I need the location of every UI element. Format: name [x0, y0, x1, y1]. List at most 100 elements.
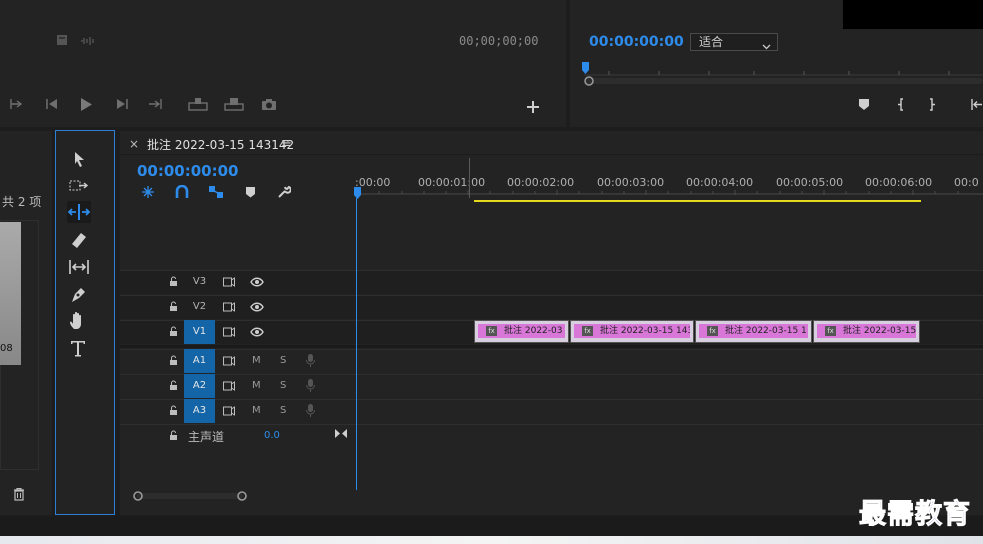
ripple-edit-tool-icon[interactable] — [67, 201, 91, 223]
playhead-line — [356, 198, 357, 490]
solo-button[interactable]: S — [280, 355, 286, 366]
program-zoom-scrollbar[interactable] — [584, 76, 983, 86]
lock-icon[interactable] — [169, 326, 178, 340]
eye-icon[interactable] — [250, 327, 264, 340]
track-target-a1[interactable]: A1 — [184, 349, 215, 373]
mark-in-icon[interactable] — [9, 98, 25, 110]
sync-lock-icon[interactable] — [223, 327, 235, 340]
insert-icon[interactable] — [188, 98, 208, 111]
program-ruler[interactable] — [584, 62, 983, 76]
fx-badge: fx — [486, 326, 497, 336]
chevron-down-icon — [762, 38, 771, 54]
sequence-tab[interactable]: 批注 2022-03-15 143142 — [147, 136, 294, 153]
sync-lock-icon[interactable] — [223, 302, 235, 315]
solo-button[interactable]: S — [280, 380, 286, 391]
ruler-label: 00:00:03:00 — [597, 176, 665, 189]
audio-track-a1-row — [120, 349, 983, 373]
lock-icon[interactable] — [169, 355, 178, 369]
clip-name: 批注 2022-03 — [504, 326, 563, 336]
video-clip[interactable]: fx 批注 2022-03-15 1 — [695, 320, 812, 343]
settings-icon[interactable] — [56, 34, 68, 46]
microphone-icon[interactable] — [306, 404, 315, 420]
wrench-icon[interactable] — [277, 185, 292, 202]
mute-button[interactable]: M — [252, 405, 261, 416]
marker-icon[interactable] — [859, 99, 869, 110]
type-tool-icon[interactable] — [67, 337, 91, 359]
timeline-timecode[interactable]: 00:00:00:00 — [137, 162, 239, 180]
add-marker-icon[interactable] — [246, 187, 256, 201]
export-frame-icon[interactable] — [261, 98, 277, 111]
mark-in-icon[interactable] — [897, 98, 905, 111]
snap-icon[interactable] — [175, 184, 189, 202]
close-sequence-icon[interactable]: × — [129, 137, 139, 151]
lock-icon[interactable] — [169, 405, 178, 419]
program-video-frame — [843, 0, 983, 29]
slip-tool-icon[interactable] — [67, 256, 91, 278]
desktop-edge — [0, 536, 983, 544]
lock-icon[interactable] — [169, 301, 178, 315]
microphone-icon[interactable] — [306, 354, 315, 370]
lock-icon[interactable] — [169, 276, 178, 290]
pen-tool-icon[interactable] — [67, 284, 91, 306]
track-target-v3[interactable]: V3 — [184, 270, 215, 294]
clip-name: 批注 2022-03-15 1 — [725, 326, 807, 336]
fx-badge: fx — [582, 326, 593, 336]
video-clip[interactable]: fx 批注 2022-03 — [474, 320, 569, 343]
mark-out-icon[interactable] — [928, 98, 936, 111]
panel-menu-icon[interactable]: ≡ — [281, 136, 292, 151]
work-area-marker — [469, 158, 470, 198]
mark-out-icon[interactable] — [147, 98, 163, 110]
track-target-a2[interactable]: A2 — [184, 374, 215, 398]
sync-lock-icon[interactable] — [223, 406, 235, 419]
go-to-in-icon[interactable] — [970, 98, 983, 111]
track-select-tool-icon[interactable] — [67, 175, 91, 197]
master-volume-value[interactable]: 0.0 — [264, 430, 280, 441]
ruler-label: 00:00:02:00 — [507, 176, 575, 189]
clip-name: 批注 2022-03-15 — [843, 326, 916, 336]
overwrite-icon[interactable] — [224, 98, 244, 111]
audio-waveform-icon[interactable] — [80, 36, 96, 46]
master-track-row — [120, 424, 983, 448]
eye-icon[interactable] — [250, 277, 264, 290]
video-clip[interactable]: fx 批注 2022-03-15 — [813, 320, 920, 343]
solo-button[interactable]: S — [280, 405, 286, 416]
sync-lock-icon[interactable] — [223, 381, 235, 394]
razor-tool-icon[interactable] — [67, 229, 91, 251]
zoom-fit-select[interactable]: 适合 — [690, 33, 778, 51]
ruler-label: 00:0 — [954, 176, 979, 189]
audio-track-a2-row — [120, 374, 983, 398]
status-bar — [0, 517, 983, 536]
tab-underline — [120, 154, 983, 155]
add-icon[interactable] — [527, 101, 539, 113]
mute-button[interactable]: M — [252, 380, 261, 391]
hand-tool-icon[interactable] — [67, 310, 91, 332]
watermark-logo: 最需教育 — [859, 499, 971, 531]
eye-icon[interactable] — [250, 302, 264, 315]
lock-icon[interactable] — [169, 430, 178, 444]
fx-badge: fx — [707, 326, 718, 336]
play-icon[interactable] — [80, 98, 93, 111]
nest-toggle-icon[interactable] — [141, 185, 155, 202]
selection-tool-icon[interactable] — [67, 149, 91, 171]
microphone-icon[interactable] — [306, 379, 315, 395]
sync-lock-icon[interactable] — [223, 356, 235, 369]
track-target-a3[interactable]: A3 — [184, 399, 215, 423]
zoom-fit-label: 适合 — [699, 35, 724, 49]
fx-badge: fx — [825, 326, 836, 336]
go-to-edit-icon[interactable] — [335, 428, 347, 441]
track-target-v2[interactable]: V2 — [184, 295, 215, 319]
mute-button[interactable]: M — [252, 355, 261, 366]
program-playhead[interactable] — [582, 62, 590, 77]
linked-selection-icon[interactable] — [208, 185, 224, 202]
sync-lock-icon[interactable] — [223, 277, 235, 290]
ruler-label: 00:00:06:00 — [865, 176, 933, 189]
timeline-zoom-scrollbar[interactable] — [133, 490, 247, 502]
lock-icon[interactable] — [169, 380, 178, 394]
step-back-icon[interactable] — [45, 99, 59, 109]
trash-icon[interactable] — [13, 487, 25, 504]
clip-name: 批注 2022-03-15 143 — [600, 326, 690, 336]
track-target-v1[interactable]: V1 — [184, 320, 215, 344]
step-forward-icon[interactable] — [115, 99, 129, 109]
video-clip[interactable]: fx 批注 2022-03-15 143 — [570, 320, 694, 343]
program-timecode[interactable]: 00:00:00:00 — [589, 34, 684, 50]
